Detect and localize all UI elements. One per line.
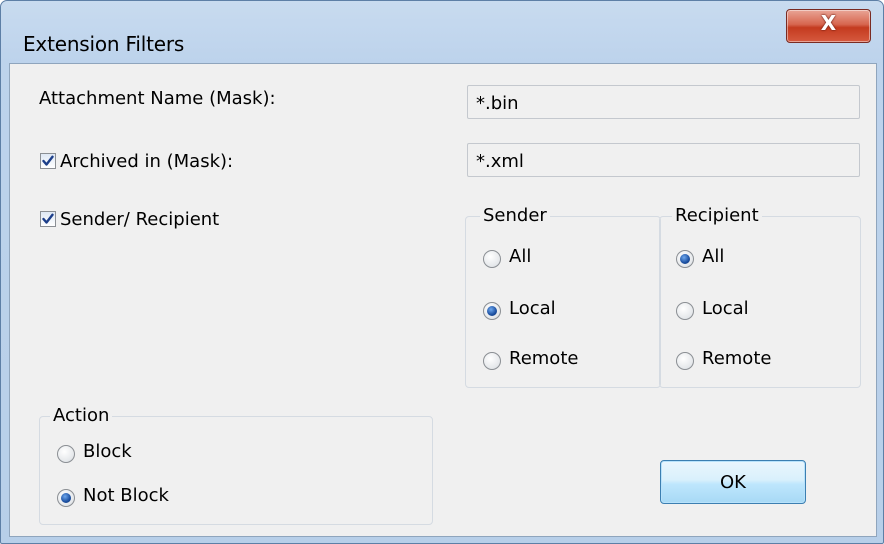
recipient-remote-label: Remote: [702, 348, 772, 369]
recipient-local-label: Local: [702, 298, 749, 319]
sender-recipient-checkbox[interactable]: [40, 211, 56, 227]
recipient-all-radio[interactable]: [676, 250, 694, 268]
sender-local-label: Local: [509, 298, 556, 319]
attachment-name-input[interactable]: *.bin: [467, 85, 860, 119]
ok-button[interactable]: OK: [660, 460, 806, 504]
close-button[interactable]: X: [786, 9, 871, 43]
sender-group: Sender All Local Remote: [465, 205, 661, 388]
action-group-title: Action: [50, 405, 113, 426]
recipient-remote-radio[interactable]: [676, 352, 694, 370]
action-group: Action Block Not Block: [39, 405, 433, 525]
action-not-block-label: Not Block: [83, 485, 169, 506]
dialog-client-area: Attachment Name (Mask): *.bin Archived i…: [9, 63, 877, 537]
action-block-radio[interactable]: [57, 445, 75, 463]
archived-in-checkbox[interactable]: [40, 153, 56, 169]
title-bar[interactable]: Extension Filters X: [1, 1, 883, 63]
sender-all-label: All: [509, 246, 532, 267]
window-title: Extension Filters: [23, 32, 185, 56]
archived-in-label: Archived in (Mask):: [60, 151, 234, 172]
sender-local-radio[interactable]: [483, 302, 501, 320]
recipient-group: Recipient All Local Remote: [659, 205, 861, 388]
action-block-label: Block: [83, 441, 132, 462]
checkmark-icon: [42, 155, 54, 166]
recipient-group-title: Recipient: [672, 205, 762, 226]
sender-remote-radio[interactable]: [483, 352, 501, 370]
sender-recipient-label: Sender/ Recipient: [60, 209, 220, 230]
action-not-block-radio[interactable]: [57, 489, 75, 507]
recipient-all-label: All: [702, 246, 725, 267]
attachment-name-label: Attachment Name (Mask):: [39, 88, 276, 109]
dialog-window: Extension Filters X Attachment Name (Mas…: [0, 0, 884, 544]
archived-in-input[interactable]: *.xml: [467, 143, 860, 177]
close-icon: X: [820, 11, 837, 35]
sender-all-radio[interactable]: [483, 250, 501, 268]
checkmark-icon: [42, 213, 54, 224]
recipient-local-radio[interactable]: [676, 302, 694, 320]
sender-remote-label: Remote: [509, 348, 579, 369]
sender-group-title: Sender: [480, 205, 550, 226]
